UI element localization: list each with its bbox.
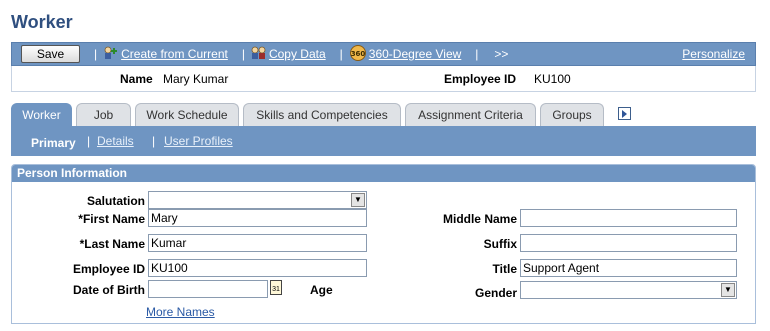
create-from-current-link[interactable]: Create from Current (121, 47, 228, 61)
tab-bar: Worker Job Work Schedule Skills and Comp… (11, 103, 756, 126)
tab-assignment-criteria[interactable]: Assignment Criteria (405, 103, 536, 126)
tab-skills-and-competencies[interactable]: Skills and Competencies (243, 103, 401, 126)
toolbar: Save | Create from Current | Copy Data |… (11, 42, 756, 66)
first-name-label: *First Name (78, 212, 145, 226)
worker-header: Name Mary Kumar Employee ID KU100 (11, 66, 756, 92)
toolbar-separator: | (339, 47, 343, 61)
last-name-field[interactable]: Kumar (148, 234, 367, 252)
subtab-user-profiles[interactable]: User Profiles (164, 134, 233, 148)
360-degree-view-link[interactable]: 360-Degree View (369, 47, 462, 61)
gender-select[interactable]: ▼ (520, 281, 737, 299)
gender-label: Gender (474, 286, 517, 300)
title-label: Title (492, 262, 517, 276)
date-of-birth-label: Date of Birth (73, 283, 145, 297)
chevron-down-icon: ▼ (721, 283, 735, 297)
tab-groups[interactable]: Groups (540, 103, 604, 126)
person-information-section: Person Information Salutation ▼ *First N… (11, 164, 756, 324)
toolbar-separator: | (94, 47, 98, 61)
subtab-primary[interactable]: Primary (31, 136, 76, 150)
toolbar-separator: | (241, 47, 245, 61)
more-names-link[interactable]: More Names (146, 305, 215, 319)
create-from-current-icon (103, 46, 119, 63)
tab-work-schedule[interactable]: Work Schedule (135, 103, 239, 126)
copy-data-icon (251, 46, 267, 63)
middle-name-label: Middle Name (442, 212, 517, 226)
suffix-field[interactable] (520, 234, 737, 252)
first-name-field[interactable]: Mary (148, 209, 367, 227)
name-value: Mary Kumar (163, 72, 229, 86)
page-title: Worker (11, 12, 73, 32)
salutation-select[interactable]: ▼ (148, 191, 367, 209)
save-button[interactable]: Save (21, 45, 80, 63)
suffix-label: Suffix (483, 237, 517, 251)
last-name-label: *Last Name (79, 237, 145, 251)
360-degree-icon: 360 (349, 44, 367, 64)
title-field[interactable]: Support Agent (520, 259, 737, 277)
more-actions-button[interactable]: >> (494, 47, 508, 61)
svg-text:360: 360 (350, 50, 365, 58)
salutation-label: Salutation (86, 194, 145, 208)
employee-id-label: Employee ID (72, 262, 145, 276)
tab-worker[interactable]: Worker (11, 103, 72, 126)
subtab-bar: Primary | Details | User Profiles (11, 126, 756, 156)
subtab-separator: | (152, 134, 156, 148)
calendar-icon[interactable]: 31 (270, 280, 282, 295)
subtab-details[interactable]: Details (97, 134, 134, 148)
personalize-link[interactable]: Personalize (682, 47, 745, 61)
employee-id-field[interactable]: KU100 (148, 259, 367, 277)
toolbar-separator: | (475, 47, 479, 61)
middle-name-field[interactable] (520, 209, 737, 227)
tab-job[interactable]: Job (76, 103, 131, 126)
section-title: Person Information (12, 165, 755, 182)
employee-id-label: Employee ID (444, 72, 517, 86)
next-tab-arrow-icon[interactable] (618, 107, 631, 120)
date-of-birth-field[interactable] (148, 280, 268, 298)
subtab-separator: | (87, 134, 91, 148)
name-label: Name (120, 72, 153, 86)
age-label: Age (310, 283, 333, 297)
employee-id-value: KU100 (534, 72, 571, 86)
chevron-down-icon: ▼ (351, 193, 365, 207)
copy-data-link[interactable]: Copy Data (269, 47, 326, 61)
